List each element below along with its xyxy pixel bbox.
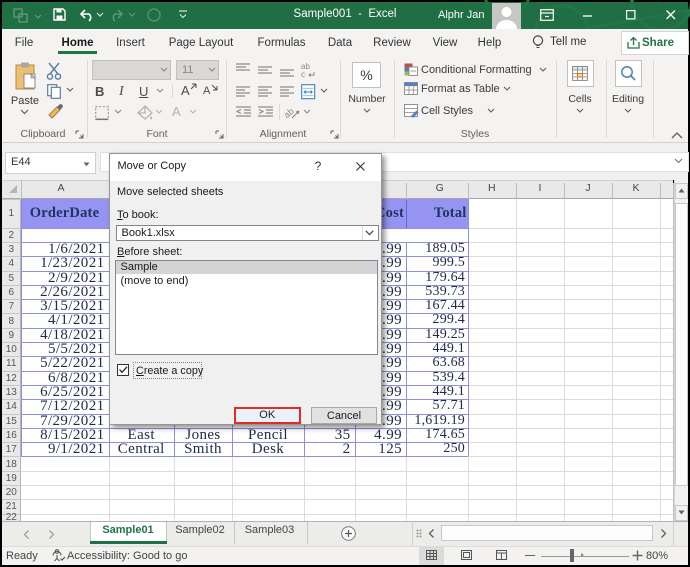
svg-text:c: c bbox=[301, 70, 305, 79]
